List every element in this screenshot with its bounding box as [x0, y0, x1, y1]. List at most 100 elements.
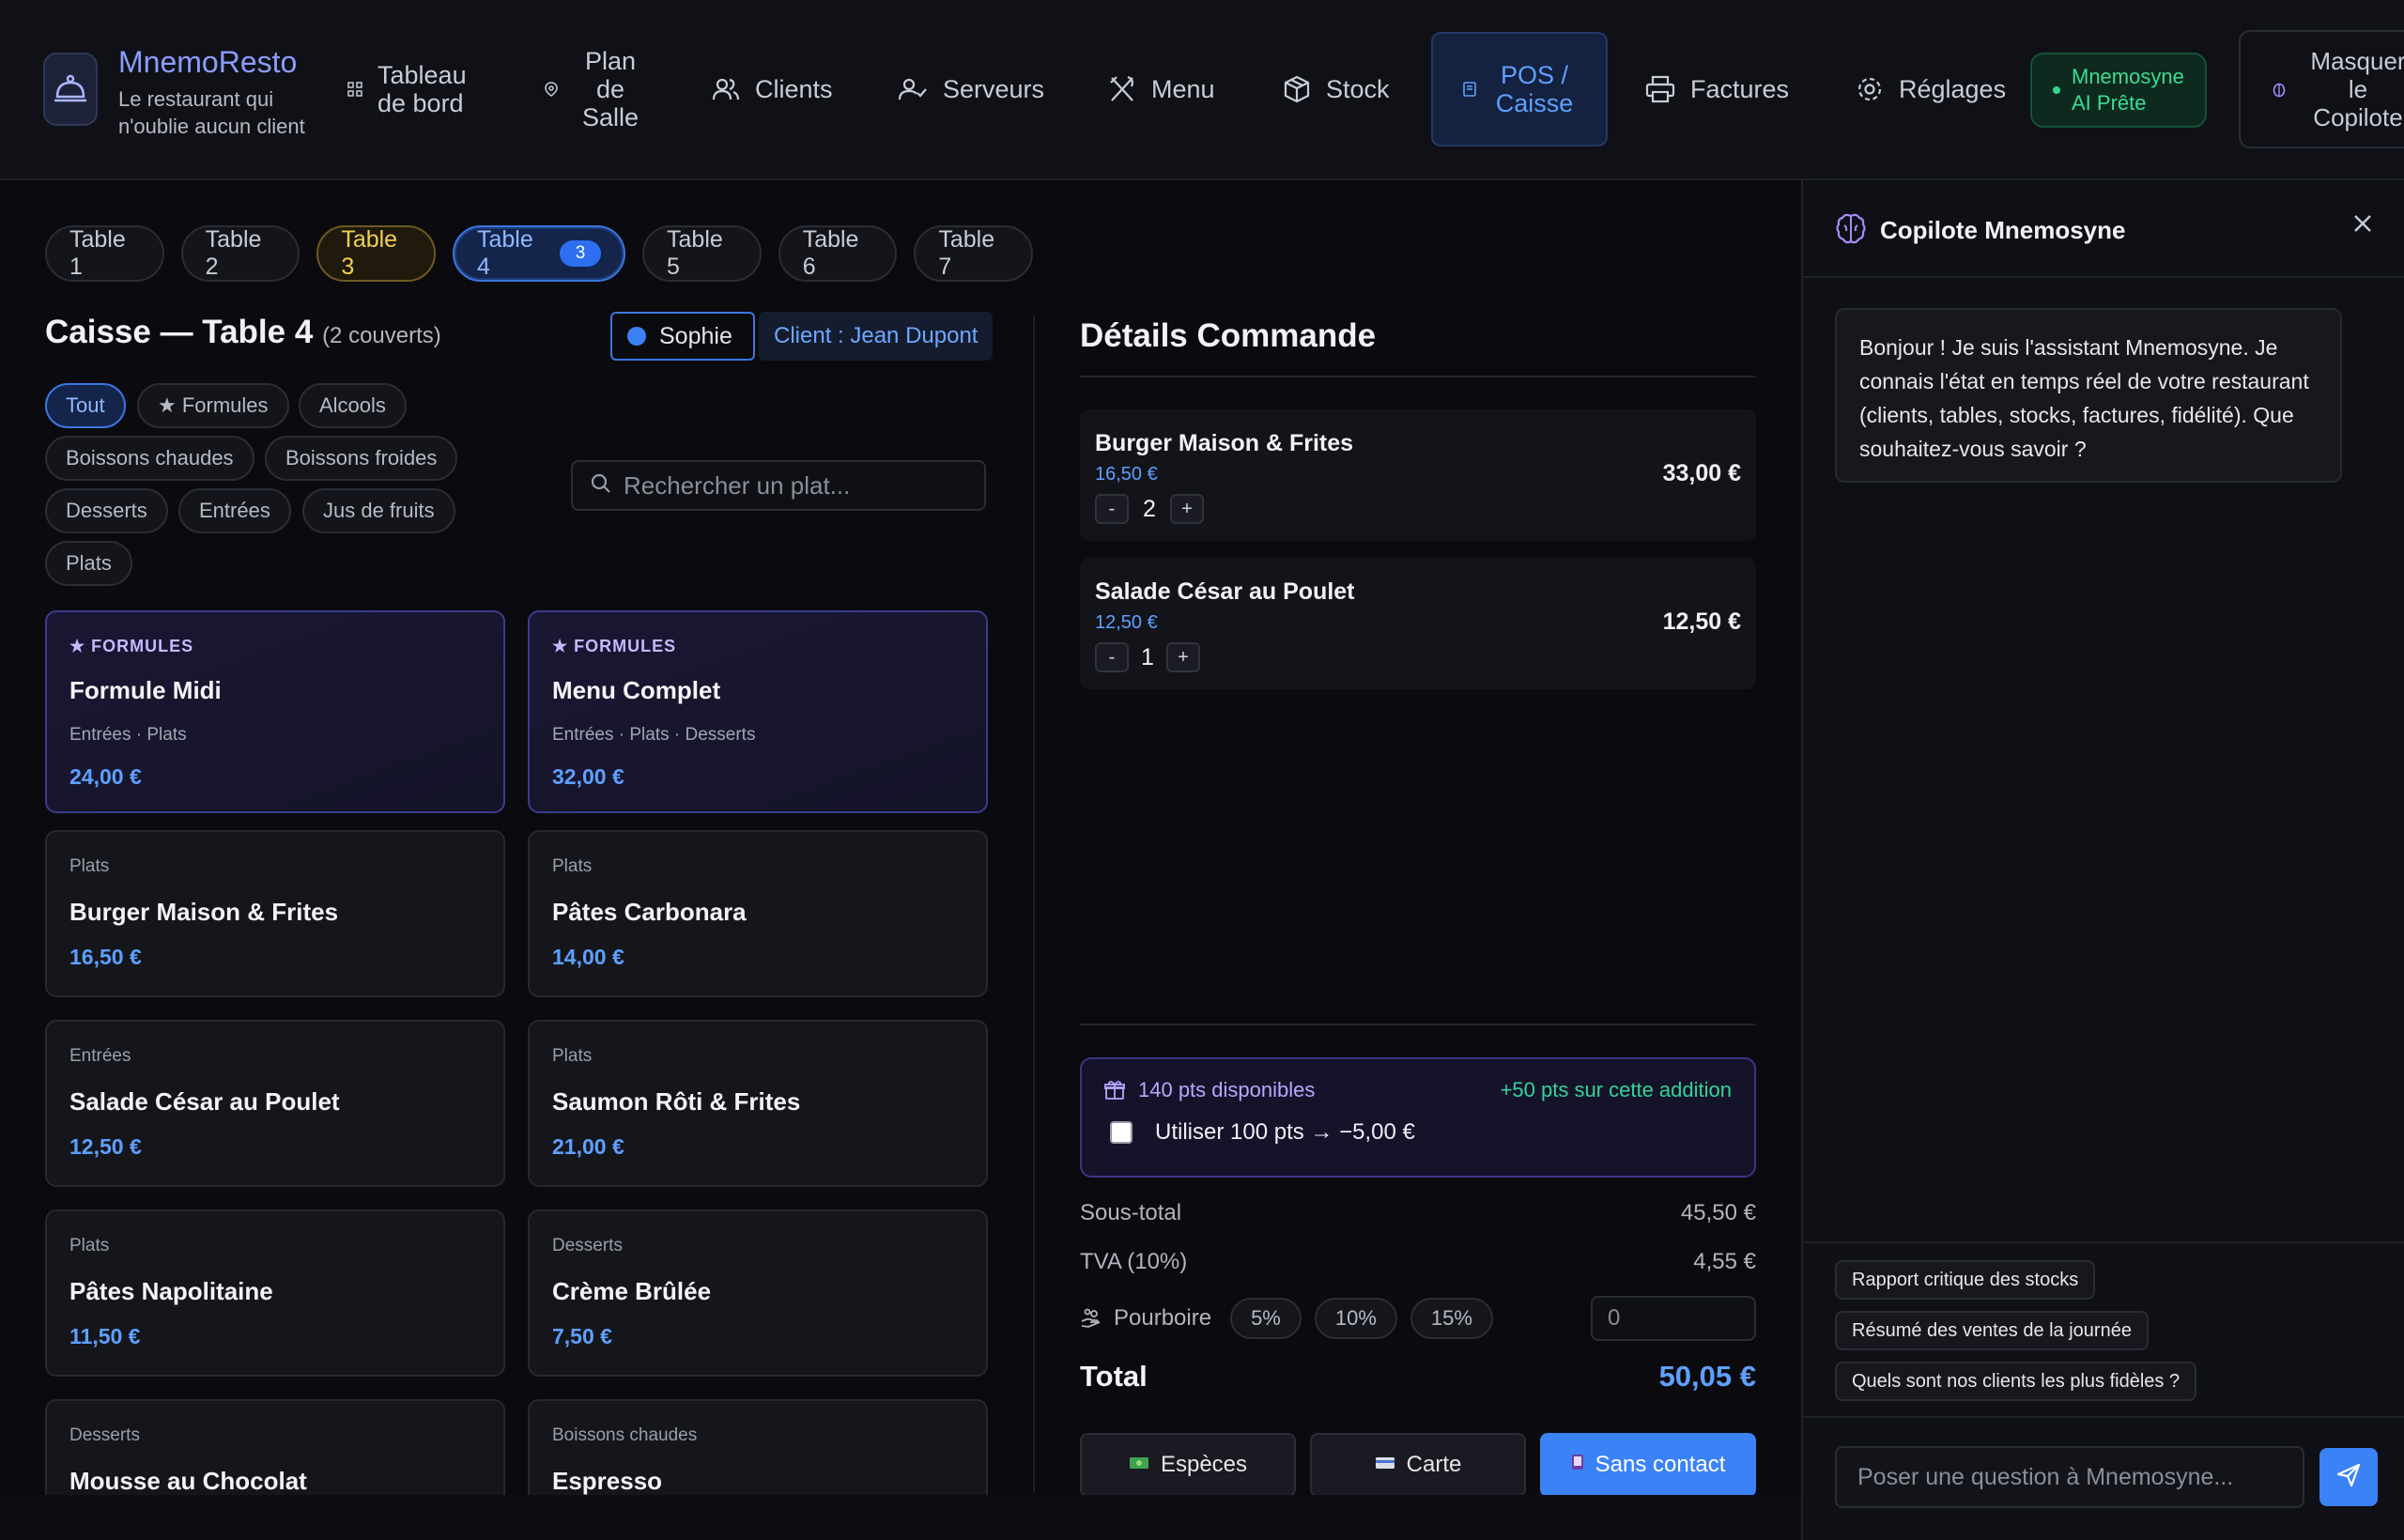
product-card[interactable]: Plats Saumon Rôti & Frites 21,00 € — [528, 1020, 988, 1187]
category-boissons-froides[interactable]: Boissons froides — [265, 436, 458, 481]
close-icon[interactable] — [2351, 212, 2374, 239]
brand-tagline: Le restaurant qui n'oublie aucun client — [118, 87, 305, 138]
decrease-qty-button[interactable]: - — [1095, 494, 1129, 524]
suggestion-chip[interactable]: Rapport critique des stocks — [1835, 1260, 2096, 1300]
bottom-strip — [0, 1495, 1801, 1540]
ai-status-badge: Mnemosyne AI Prête — [2030, 53, 2207, 128]
table-pill-3[interactable]: Table 3 — [316, 225, 436, 282]
pay-card-button[interactable]: Carte — [1310, 1433, 1526, 1497]
tip-5-button[interactable]: 5% — [1230, 1298, 1302, 1339]
package-icon — [1283, 75, 1311, 103]
increase-qty-button[interactable]: + — [1170, 494, 1204, 524]
category-formules[interactable]: ★ Formules — [137, 383, 289, 428]
product-card[interactable]: Plats Burger Maison & Frites 16,50 € — [45, 830, 505, 997]
utensils-icon — [1108, 75, 1136, 103]
copilot-question-input[interactable] — [1857, 1463, 2289, 1491]
hide-copilot-button[interactable]: Masquer le Copilote — [2239, 30, 2404, 148]
total-amount: 50,05 € — [1658, 1360, 1756, 1393]
brain-icon — [2273, 75, 2286, 103]
product-card[interactable]: Boissons chaudes Espresso — [528, 1399, 988, 1495]
tip-10-button[interactable]: 10% — [1314, 1298, 1397, 1339]
users-icon — [712, 75, 740, 103]
search-input[interactable] — [624, 470, 962, 500]
category-plats[interactable]: Plats — [45, 541, 132, 586]
product-card[interactable]: Desserts Mousse au Chocolat — [45, 1399, 505, 1495]
table-pill-7[interactable]: Table 7 — [914, 225, 1033, 282]
increase-qty-button[interactable]: + — [1166, 642, 1200, 672]
table-pill-5[interactable]: Table 5 — [642, 225, 762, 282]
nav-settings-label: Réglages — [1899, 75, 2007, 103]
hand-coins-icon — [1080, 1308, 1102, 1329]
tip-15-button[interactable]: 15% — [1410, 1298, 1493, 1339]
order-line-item: Salade César au Poulet 12,50 € - 1 + 12,… — [1080, 558, 1756, 689]
nav-pos-label: POS / Caisse — [1495, 61, 1574, 117]
brand-name: MnemoResto — [118, 45, 298, 79]
search-box — [571, 460, 986, 511]
product-card[interactable]: ★ FORMULES Menu Complet Entrées · Plats … — [528, 610, 988, 813]
table-pill-4[interactable]: Table 43 — [452, 225, 626, 282]
top-navigation-bar: MnemoResto Le restaurant qui n'oublie au… — [0, 0, 2404, 180]
table-pill-2[interactable]: Table 2 — [180, 225, 300, 282]
nav-clients[interactable]: Clients — [712, 32, 833, 146]
map-pin-icon — [545, 82, 558, 97]
client-chip[interactable]: Client : Jean Dupont — [759, 312, 994, 361]
category-all[interactable]: Tout — [45, 383, 126, 428]
category-jus-de-fruits[interactable]: Jus de fruits — [302, 488, 455, 533]
category-desserts[interactable]: Desserts — [45, 488, 168, 533]
nav-servers-label: Serveurs — [943, 75, 1045, 103]
server-selector[interactable]: Sophie — [610, 312, 755, 361]
copilot-input-box — [1835, 1446, 2304, 1508]
product-card[interactable]: Desserts Crème Brûlée 7,50 € — [528, 1209, 988, 1377]
brain-icon — [1835, 212, 1867, 251]
register-icon — [1462, 82, 1477, 97]
copilot-panel: Copilote Mnemosyne Bonjour ! Je suis l'a… — [1801, 180, 2404, 1540]
product-card[interactable]: ★ FORMULES Formule Midi Entrées · Plats … — [45, 610, 505, 813]
tax-row: TVA (10%) 4,55 € — [1080, 1249, 1756, 1274]
printer-icon — [1645, 75, 1675, 103]
quantity-stepper: - 1 + — [1095, 642, 1200, 672]
order-line-item: Burger Maison & Frites 16,50 € - 2 + 33,… — [1080, 409, 1756, 541]
nav-clients-label: Clients — [755, 75, 833, 103]
nav-invoices[interactable]: Factures — [1645, 32, 1789, 146]
nav-stock[interactable]: Stock — [1283, 32, 1390, 146]
gift-icon — [1104, 1080, 1125, 1101]
pay-contactless-button[interactable]: Sans contact — [1540, 1433, 1756, 1497]
panel-divider — [1033, 316, 1035, 1493]
category-boissons-chaudes[interactable]: Boissons chaudes — [45, 436, 254, 481]
search-icon — [590, 472, 612, 500]
nav-menu[interactable]: Menu — [1108, 32, 1215, 146]
suggestion-chip[interactable]: Résumé des ventes de la journée — [1835, 1311, 2149, 1350]
decrease-qty-button[interactable]: - — [1095, 642, 1129, 672]
send-button[interactable] — [2319, 1448, 2378, 1506]
nav-dashboard-label: Tableau de bord — [378, 61, 467, 117]
status-dot-icon — [2053, 86, 2060, 94]
brand[interactable]: MnemoResto Le restaurant qui n'oublie au… — [43, 45, 334, 140]
table-pill-6[interactable]: Table 6 — [778, 225, 898, 282]
pay-cash-button[interactable]: Espèces — [1080, 1433, 1296, 1497]
server-dot-icon — [627, 327, 646, 346]
product-card[interactable]: Plats Pâtes Napolitaine 11,50 € — [45, 1209, 505, 1377]
tip-label: Pourboire — [1114, 1305, 1212, 1331]
pos-product-panel: Table 1 Table 2 Table 3 Table 43 Table 5… — [0, 180, 1033, 1495]
product-card[interactable]: Entrées Salade César au Poulet 12,50 € — [45, 1020, 505, 1187]
category-entrees[interactable]: Entrées — [178, 488, 291, 533]
copilot-header: Copilote Mnemosyne — [1803, 180, 2404, 278]
table-count-badge: 3 — [559, 240, 602, 267]
nav-servers[interactable]: Serveurs — [898, 32, 1044, 146]
nav-pos[interactable]: POS / Caisse — [1431, 32, 1608, 146]
send-icon — [2335, 1462, 2362, 1493]
nav-invoices-label: Factures — [1690, 75, 1790, 103]
nav-settings[interactable]: Réglages — [1856, 32, 2006, 146]
grid-icon — [347, 82, 362, 97]
nav-floor-plan[interactable]: Plan de Salle — [545, 32, 648, 146]
tip-amount-input[interactable]: 0 — [1591, 1296, 1756, 1341]
bell-icon — [43, 53, 98, 126]
nav-dashboard[interactable]: Tableau de bord — [347, 32, 481, 146]
table-pill-1[interactable]: Table 1 — [45, 225, 164, 282]
use-points-checkbox[interactable] — [1110, 1121, 1133, 1144]
product-card[interactable]: Plats Pâtes Carbonara 14,00 € — [528, 830, 988, 997]
banknote-icon — [1129, 1455, 1149, 1476]
category-alcools[interactable]: Alcools — [299, 383, 407, 428]
suggestion-chip[interactable]: Quels sont nos clients les plus fidèles … — [1835, 1362, 2197, 1401]
loyalty-points-earned: +50 pts sur cette addition — [1500, 1078, 1732, 1101]
